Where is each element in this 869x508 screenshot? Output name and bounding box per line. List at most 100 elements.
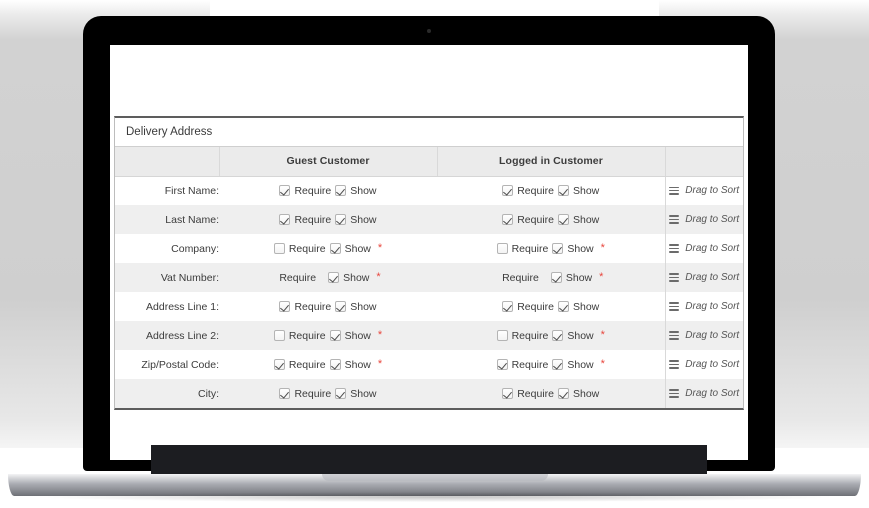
logged-show-checkbox[interactable] [558, 301, 569, 312]
cell-guest-options: Require Show * [219, 321, 437, 350]
guest-require-option[interactable]: Require [273, 359, 326, 371]
cell-drag-to-sort[interactable]: Drag to Sort [664, 321, 743, 350]
logged-require-option[interactable]: Require [502, 185, 554, 197]
logged-show-option[interactable]: Show [558, 388, 599, 400]
guest-require-checkbox[interactable] [273, 330, 285, 341]
guest-require-option[interactable]: Require [273, 330, 326, 342]
row-field-label: City: [198, 387, 219, 400]
guest-require-checkbox[interactable] [279, 214, 291, 225]
guest-require-checkbox[interactable] [273, 243, 285, 254]
logged-show-checkbox[interactable] [552, 243, 564, 254]
row-field-label: First Name: [164, 184, 219, 197]
cell-drag-to-sort[interactable]: Drag to Sort [664, 234, 743, 263]
logged-show-option[interactable]: Show [552, 243, 594, 255]
logged-require-option[interactable]: Require [502, 214, 554, 226]
guest-show-checkbox[interactable] [335, 301, 347, 312]
logged-show-option[interactable]: Show [558, 214, 599, 226]
guest-show-option[interactable]: Show [328, 272, 369, 284]
logged-require-option[interactable]: Require [496, 359, 548, 371]
guest-show-label: Show [343, 271, 370, 284]
guest-require-option[interactable]: Require [279, 388, 331, 400]
logged-require-option[interactable]: Require [496, 329, 549, 342]
guest-require-checkbox[interactable] [279, 185, 291, 197]
table-row: City: Require Show Require Show Drag to Sort [115, 379, 743, 408]
guest-require-option[interactable]: Require [273, 243, 326, 255]
table-row: First Name: Require Show Require Show Drag to… [115, 176, 743, 205]
logged-show-label: Show [567, 358, 594, 371]
logged-show-label: Show [573, 300, 600, 313]
cell-logged-options: Require Show * [437, 350, 665, 379]
guest-show-option[interactable]: Show [335, 213, 377, 226]
cell-drag-to-sort[interactable]: Drag to Sort [664, 292, 743, 321]
browser-page: Delivery Address Guest Customer Logged i… [110, 45, 748, 460]
logged-require-checkbox[interactable] [496, 243, 508, 254]
logged-show-checkbox[interactable] [558, 185, 569, 197]
logged-require-checkbox[interactable] [496, 330, 508, 341]
logged-show-checkbox[interactable] [558, 214, 569, 225]
hamburger-drag-icon[interactable] [669, 244, 680, 253]
hamburger-drag-icon[interactable] [669, 215, 680, 224]
guest-require-checkbox[interactable] [273, 359, 285, 370]
cell-logged-options: Require Show * [437, 321, 665, 350]
guest-show-checkbox[interactable] [329, 330, 341, 341]
guest-show-option[interactable]: Show [335, 388, 377, 400]
guest-show-label: Show [350, 300, 377, 313]
logged-require-option[interactable]: Require [502, 301, 554, 313]
drag-to-sort-label: Drag to Sort [685, 272, 740, 283]
logged-show-label: Show [567, 329, 594, 342]
guest-require-checkbox[interactable] [279, 388, 291, 399]
guest-require-label: Require [294, 300, 332, 313]
logged-require-checkbox[interactable] [502, 214, 514, 225]
guest-show-option[interactable]: Show [329, 329, 371, 342]
guest-show-checkbox[interactable] [335, 214, 347, 225]
logged-require-checkbox[interactable] [502, 301, 514, 312]
guest-show-label: Show [344, 329, 371, 342]
logged-require-label: Require [517, 184, 554, 197]
cell-drag-to-sort[interactable]: Drag to Sort [664, 263, 743, 292]
logged-require-checkbox[interactable] [502, 185, 514, 197]
guest-show-checkbox[interactable] [335, 388, 347, 399]
logged-require-checkbox[interactable] [496, 359, 508, 370]
cell-logged-options: Require Show * [437, 234, 665, 263]
logged-show-option[interactable]: Show [558, 185, 599, 197]
guest-require-checkbox[interactable] [279, 301, 291, 312]
logged-require-label: Require [511, 329, 549, 342]
logged-require-option[interactable]: Require [502, 388, 554, 400]
guest-require-option[interactable]: Require [279, 185, 331, 197]
logged-show-option[interactable]: Show [552, 358, 594, 371]
guest-require-option[interactable]: Require [279, 214, 331, 226]
guest-show-option[interactable]: Show [329, 243, 371, 255]
table-row: Company: Require Show * Require Show * Drag to … [115, 234, 743, 263]
guest-show-checkbox[interactable] [328, 272, 340, 283]
hamburger-drag-icon[interactable] [669, 360, 680, 369]
logged-show-option[interactable]: Show [558, 301, 599, 313]
logged-show-checkbox[interactable] [550, 272, 562, 283]
guest-required-marker: * [376, 271, 381, 283]
cell-drag-to-sort[interactable]: Drag to Sort [664, 205, 743, 234]
logged-show-checkbox[interactable] [552, 330, 564, 341]
logged-show-option[interactable]: Show [552, 329, 594, 342]
cell-guest-options: Require Show [219, 292, 437, 321]
guest-show-option[interactable]: Show [335, 300, 377, 313]
cell-drag-to-sort[interactable]: Drag to Sort [664, 350, 743, 379]
guest-require-option[interactable]: Require [279, 301, 331, 313]
cell-drag-to-sort[interactable]: Drag to Sort [664, 176, 743, 205]
guest-show-option[interactable]: Show [335, 185, 377, 197]
hamburger-drag-icon[interactable] [669, 302, 680, 311]
hamburger-drag-icon[interactable] [669, 186, 680, 195]
logged-show-option[interactable]: Show [550, 272, 592, 284]
logged-require-checkbox[interactable] [502, 388, 514, 399]
cell-drag-to-sort[interactable]: Drag to Sort [664, 379, 743, 408]
logged-show-checkbox[interactable] [558, 388, 569, 399]
guest-show-checkbox[interactable] [329, 359, 341, 370]
guest-show-label: Show [350, 213, 377, 226]
hamburger-drag-icon[interactable] [669, 273, 680, 282]
hamburger-drag-icon[interactable] [669, 331, 680, 340]
guest-show-option[interactable]: Show [329, 359, 371, 371]
logged-show-checkbox[interactable] [552, 359, 564, 370]
guest-show-checkbox[interactable] [335, 185, 347, 197]
guest-show-checkbox[interactable] [329, 243, 341, 254]
logged-required-marker: * [600, 329, 605, 341]
hamburger-drag-icon[interactable] [669, 389, 680, 398]
logged-require-option[interactable]: Require [496, 243, 548, 255]
